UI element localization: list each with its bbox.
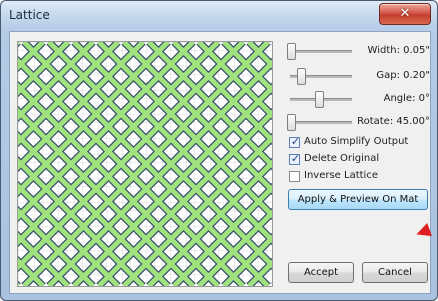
lattice-dialog: Lattice ✕ Width: 0.05" Gap: 0.20" Angle:… bbox=[0, 0, 438, 301]
checkmark-icon: ✓ bbox=[290, 135, 301, 148]
delete-original-option[interactable]: ✓ Delete Original bbox=[289, 152, 429, 168]
inverse-lattice-label: Inverse Lattice bbox=[304, 170, 378, 181]
lattice-preview bbox=[17, 41, 273, 287]
rotate-slider-track[interactable] bbox=[290, 121, 352, 124]
auto-simplify-checkbox[interactable]: ✓ bbox=[289, 135, 301, 148]
gap-label: Gap: 0.20" bbox=[376, 70, 430, 81]
inverse-lattice-option[interactable]: Inverse Lattice bbox=[289, 170, 429, 185]
rotate-slider-thumb[interactable] bbox=[287, 114, 296, 131]
auto-simplify-label: Auto Simplify Output bbox=[304, 136, 409, 147]
width-control: Width: 0.05" bbox=[285, 42, 430, 60]
auto-simplify-option[interactable]: ✓ Auto Simplify Output bbox=[289, 135, 429, 151]
width-label: Width: 0.05" bbox=[367, 45, 430, 56]
gap-slider-thumb[interactable] bbox=[297, 68, 307, 85]
rotate-label: Rotate: 45.00° bbox=[357, 116, 430, 127]
angle-control: Angle: 0° bbox=[285, 90, 430, 108]
close-button[interactable]: ✕ bbox=[379, 3, 431, 25]
width-slider-thumb[interactable] bbox=[287, 43, 296, 60]
title-bar[interactable]: Lattice ✕ bbox=[1, 1, 437, 29]
delete-original-checkbox[interactable]: ✓ bbox=[289, 152, 301, 165]
rotate-control: Rotate: 45.00° bbox=[285, 113, 430, 131]
inverse-lattice-checkbox[interactable] bbox=[289, 171, 300, 182]
close-icon: ✕ bbox=[399, 6, 411, 21]
width-slider-track[interactable] bbox=[290, 50, 352, 53]
checkmark-icon: ✓ bbox=[290, 152, 301, 165]
cancel-button[interactable]: Cancel bbox=[362, 262, 428, 283]
apply-preview-button[interactable]: Apply & Preview On Mat bbox=[288, 189, 428, 210]
gap-control: Gap: 0.20" bbox=[285, 67, 430, 85]
accept-button[interactable]: Accept bbox=[288, 262, 354, 283]
angle-slider-thumb[interactable] bbox=[315, 91, 324, 108]
delete-original-label: Delete Original bbox=[304, 153, 380, 164]
angle-label: Angle: 0° bbox=[383, 93, 430, 104]
window-title: Lattice bbox=[9, 8, 50, 22]
dialog-body: Width: 0.05" Gap: 0.20" Angle: 0° Rotate… bbox=[9, 31, 431, 294]
lattice-preview-graphic bbox=[18, 42, 272, 286]
